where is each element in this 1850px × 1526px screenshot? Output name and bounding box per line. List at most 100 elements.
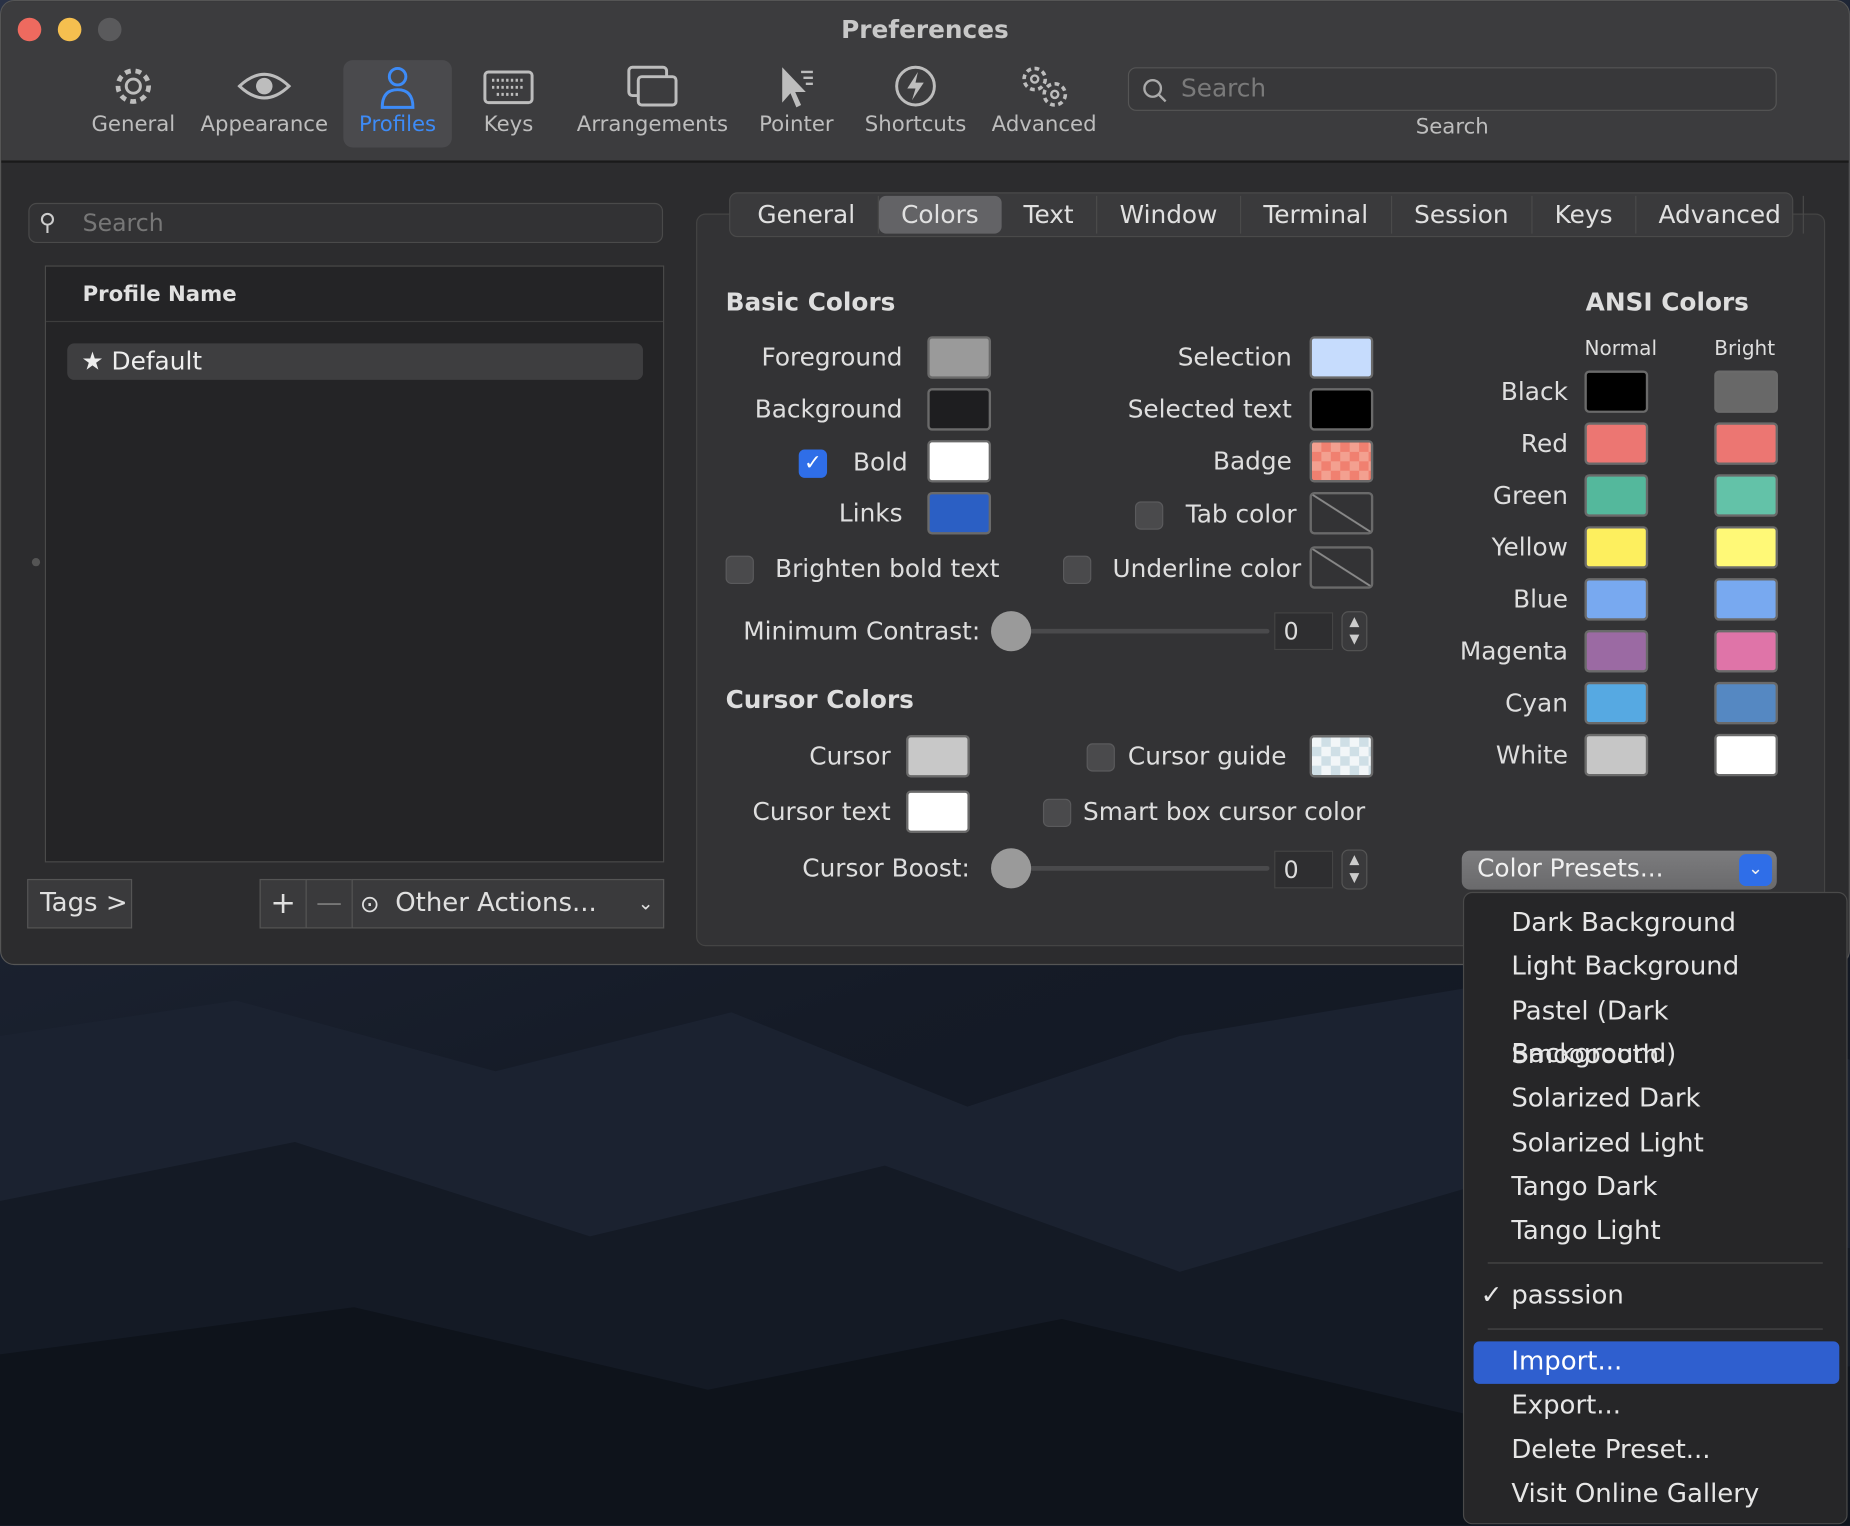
- tab-text[interactable]: Text: [1001, 195, 1098, 234]
- ansi-white-normal-swatch[interactable]: [1584, 733, 1649, 777]
- minimum-contrast-knob[interactable]: [991, 611, 1032, 652]
- preset-menu-item[interactable]: Solarized Dark: [1474, 1079, 1840, 1121]
- ansi-magenta-bright-swatch[interactable]: [1714, 630, 1778, 673]
- toolbar-shortcuts[interactable]: Shortcuts: [860, 60, 971, 147]
- toolbar-label: Advanced: [991, 112, 1097, 137]
- cursor-text-swatch[interactable]: [906, 790, 970, 833]
- cursor-label: Cursor: [809, 742, 891, 771]
- preset-action-item[interactable]: Visit Online Gallery: [1474, 1473, 1840, 1515]
- basic-colors-heading: Basic Colors: [725, 287, 896, 317]
- brighten-bold-checkbox[interactable]: [725, 555, 754, 585]
- tags-button[interactable]: Tags >: [27, 878, 133, 929]
- underline-color-checkbox[interactable]: [1062, 555, 1092, 585]
- tab-keys[interactable]: Keys: [1532, 195, 1637, 234]
- toolbar-appearance[interactable]: Appearance: [197, 60, 331, 147]
- tab-session[interactable]: Session: [1392, 195, 1533, 234]
- profile-name: Default: [111, 346, 203, 376]
- preset-menu-item[interactable]: Dark Background: [1474, 903, 1840, 945]
- tab-terminal[interactable]: Terminal: [1241, 195, 1392, 234]
- preset-menu-item-custom[interactable]: ✓ passsion: [1474, 1275, 1840, 1317]
- search-placeholder: Search: [82, 208, 164, 238]
- ansi-blue-normal-swatch[interactable]: [1584, 578, 1649, 621]
- chevron-down-icon: ⌄: [1739, 854, 1773, 887]
- preset-menu-item[interactable]: Light Background: [1474, 947, 1840, 989]
- toolbar-arrangements[interactable]: Arrangements: [572, 60, 732, 147]
- ansi-cyan-bright-swatch[interactable]: [1714, 681, 1778, 725]
- smart-box-cursor-checkbox[interactable]: [1042, 798, 1072, 828]
- ansi-red-normal-swatch[interactable]: [1584, 422, 1649, 465]
- tab-general[interactable]: General: [735, 195, 879, 234]
- selection-swatch[interactable]: [1309, 336, 1374, 379]
- preset-menu-item[interactable]: Smoooooth: [1474, 1035, 1840, 1077]
- bolt-icon: [860, 60, 971, 112]
- add-profile-button[interactable]: +: [259, 878, 307, 929]
- background-swatch[interactable]: [927, 388, 992, 431]
- preset-menu-item[interactable]: Solarized Light: [1474, 1123, 1840, 1165]
- foreground-swatch[interactable]: [927, 336, 992, 379]
- bold-checkbox[interactable]: ✓: [798, 449, 828, 478]
- profile-search-input[interactable]: ⚲ Search: [28, 202, 664, 244]
- toolbar-general[interactable]: General: [86, 60, 180, 147]
- split-handle[interactable]: [31, 558, 41, 567]
- toolbar-profiles[interactable]: Profiles: [343, 60, 452, 148]
- minimum-contrast-slider[interactable]: [1009, 628, 1270, 634]
- underline-color-swatch[interactable]: [1309, 546, 1374, 589]
- preset-action-item[interactable]: Delete Preset...: [1474, 1429, 1840, 1471]
- ansi-black-normal-swatch[interactable]: [1584, 370, 1649, 413]
- other-actions-button[interactable]: ⊙ Other Actions... ⌄: [351, 878, 665, 929]
- minimum-contrast-value[interactable]: 0: [1274, 612, 1334, 651]
- cursor-swatch[interactable]: [906, 735, 970, 778]
- ansi-green-bright-swatch[interactable]: [1714, 474, 1778, 517]
- column-header-profile-name[interactable]: Profile Name: [46, 267, 664, 323]
- preset-action-item[interactable]: Export...: [1474, 1385, 1840, 1427]
- ansi-blue-label: Blue: [1513, 585, 1568, 614]
- ansi-magenta-normal-swatch[interactable]: [1584, 630, 1649, 673]
- ansi-black-label: Black: [1500, 377, 1568, 406]
- ansi-yellow-normal-swatch[interactable]: [1584, 526, 1649, 569]
- ansi-white-bright-swatch[interactable]: [1714, 733, 1778, 777]
- toolbar-keys[interactable]: Keys: [471, 60, 547, 147]
- badge-swatch[interactable]: [1309, 440, 1374, 483]
- cursor-boost-knob[interactable]: [991, 848, 1032, 889]
- preset-menu-item[interactable]: Tango Dark: [1474, 1167, 1840, 1209]
- cursor-boost-stepper[interactable]: ▲ ▼: [1341, 849, 1368, 890]
- tab-window[interactable]: Window: [1097, 195, 1241, 234]
- toolbar-pointer[interactable]: Pointer: [752, 60, 842, 147]
- remove-profile-button[interactable]: —: [305, 878, 353, 929]
- window-title: Preferences: [841, 15, 1009, 44]
- preset-menu-item[interactable]: Tango Light: [1474, 1211, 1840, 1253]
- bold-swatch[interactable]: [927, 440, 992, 483]
- links-swatch[interactable]: [927, 491, 992, 535]
- search-placeholder: Search: [1180, 74, 1267, 103]
- toolbar-advanced[interactable]: Advanced: [987, 60, 1100, 147]
- ansi-black-bright-swatch[interactable]: [1714, 370, 1778, 413]
- preset-action-item[interactable]: Import...: [1473, 1341, 1840, 1384]
- cursor-guide-label: Cursor guide: [1127, 742, 1287, 771]
- toolbar-label: Appearance: [200, 112, 329, 137]
- tab-color-swatch[interactable]: [1309, 491, 1374, 535]
- toolbar-search-input[interactable]: Search: [1127, 67, 1777, 111]
- ansi-cyan-normal-swatch[interactable]: [1584, 681, 1649, 725]
- cursor-boost-value[interactable]: 0: [1274, 850, 1334, 889]
- selected-text-swatch[interactable]: [1309, 388, 1374, 431]
- tab-color-checkbox[interactable]: [1134, 501, 1164, 530]
- profile-item-default[interactable]: ★ Default: [67, 343, 643, 380]
- tab-advanced[interactable]: Advanced: [1636, 195, 1805, 234]
- ansi-green-normal-swatch[interactable]: [1584, 474, 1649, 517]
- tab-colors[interactable]: Colors: [878, 195, 1002, 234]
- checkmark-icon: ✓: [1480, 1281, 1503, 1311]
- ansi-blue-bright-swatch[interactable]: [1714, 578, 1778, 621]
- ansi-red-bright-swatch[interactable]: [1714, 422, 1778, 465]
- ansi-white-label: White: [1495, 740, 1568, 770]
- star-icon: ★: [81, 346, 104, 376]
- color-presets-dropdown[interactable]: Color Presets... ⌄: [1461, 850, 1777, 890]
- pointer-icon: [752, 60, 842, 112]
- ansi-colors-heading: ANSI Colors: [1585, 287, 1749, 317]
- cursor-guide-checkbox[interactable]: [1086, 743, 1115, 772]
- minimum-contrast-stepper[interactable]: ▲ ▼: [1341, 611, 1368, 652]
- preset-menu-item[interactable]: Pastel (Dark Background): [1474, 991, 1840, 1068]
- ansi-magenta-label: Magenta: [1459, 637, 1568, 666]
- cursor-guide-swatch[interactable]: [1309, 735, 1374, 778]
- ansi-yellow-bright-swatch[interactable]: [1714, 526, 1778, 569]
- cursor-boost-slider[interactable]: [1009, 865, 1270, 871]
